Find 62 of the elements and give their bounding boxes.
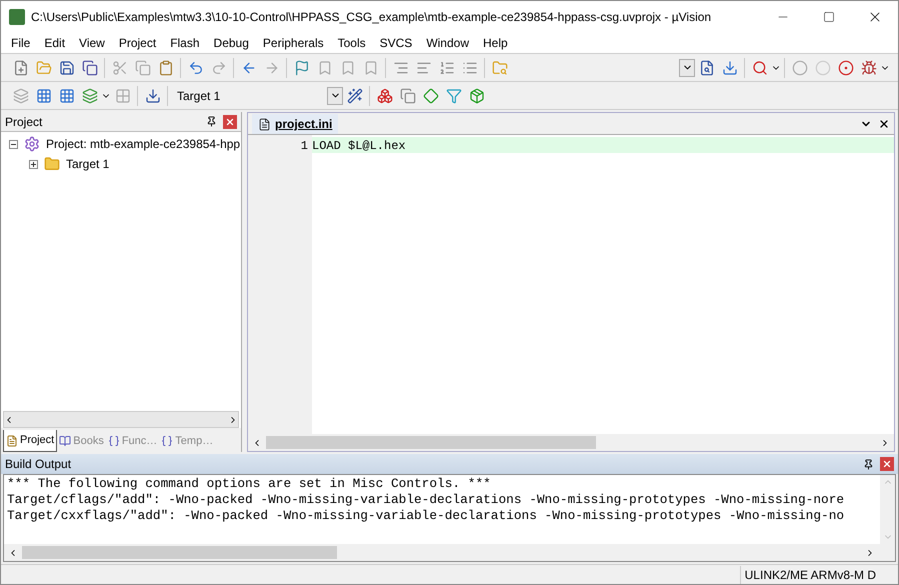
menu-item[interactable]: Window: [419, 34, 476, 52]
maximize-icon[interactable]: [823, 10, 835, 22]
menu-item[interactable]: Tools: [330, 34, 373, 52]
tree-item[interactable]: Target 1: [66, 155, 110, 173]
menu-item[interactable]: Help: [476, 34, 515, 52]
dropdown-field[interactable]: [679, 58, 695, 76]
app-logo-icon: [9, 8, 25, 24]
panel-title: Project: [5, 114, 42, 130]
window-title: C:\Users\Public\Examples\mtw3.3\10-10-Control\HPPASS_CSG_example\mtb-example-ce239854-hppass-csg.uvprojx - µVision: [31, 8, 712, 26]
paste-icon[interactable]: [158, 60, 174, 76]
expand-icon[interactable]: [29, 160, 38, 168]
panel-tab[interactable]: Project: [3, 430, 58, 452]
braces-icon: [161, 435, 174, 447]
rebuild-icon[interactable]: [58, 88, 74, 104]
project-icon: [24, 136, 40, 152]
target-select[interactable]: Target 1: [171, 86, 343, 106]
status-target: ULINK2/ME ARMv8-M D: [740, 566, 880, 584]
indent-icon[interactable]: [392, 60, 408, 76]
packs-icon[interactable]: [468, 88, 484, 104]
tree-item[interactable]: Project: mtb-example-ce239854-hpp: [46, 135, 240, 153]
horizontal-scrollbar[interactable]: [4, 544, 895, 561]
filter-icon[interactable]: [446, 88, 462, 104]
save-icon[interactable]: [58, 60, 74, 76]
editor-tab[interactable]: project.ini: [252, 114, 338, 134]
menu-item[interactable]: File: [4, 34, 38, 52]
load-icon[interactable]: [144, 88, 160, 104]
undo-icon[interactable]: [188, 60, 204, 76]
uncomment-icon[interactable]: [462, 60, 478, 76]
document-icon: [258, 118, 271, 130]
braces-icon: [108, 435, 120, 447]
folder-icon: [44, 156, 60, 172]
new-file-icon[interactable]: [12, 60, 28, 76]
menu-item[interactable]: Flash: [163, 34, 207, 52]
output-line: *** The following command options are set in Misc Controls. ***: [7, 476, 492, 492]
panel-title: Build Output: [5, 456, 72, 473]
menu-item[interactable]: Project: [112, 34, 164, 52]
menu-item[interactable]: SVCS: [372, 34, 420, 52]
windows-icon[interactable]: [400, 88, 416, 104]
diamond-icon[interactable]: [422, 88, 438, 104]
comment-icon[interactable]: [438, 60, 454, 76]
menu-item[interactable]: Debug: [206, 34, 256, 52]
close-icon[interactable]: [878, 118, 890, 130]
flag-icon[interactable]: [294, 60, 310, 76]
menu-item[interactable]: View: [72, 34, 112, 52]
output-line: Target/cxxflags/"add": -Wno-packed -Wno-missing-variable-declarations -Wno-missing-prototypes -Wno-missing-no: [7, 508, 846, 524]
line-number: 1: [300, 138, 308, 153]
pin-icon[interactable]: [206, 116, 217, 127]
wand-icon[interactable]: [346, 88, 362, 104]
pin-icon[interactable]: [863, 458, 874, 470]
collapse-icon[interactable]: [9, 140, 18, 148]
document-search-icon[interactable]: [698, 60, 714, 76]
menu-item[interactable]: Peripherals: [256, 34, 331, 52]
book-icon: [59, 435, 72, 447]
outdent-icon[interactable]: [416, 60, 432, 76]
menu-item[interactable]: Edit: [37, 34, 72, 52]
horizontal-scrollbar[interactable]: [3, 411, 239, 428]
components-icon[interactable]: [376, 88, 392, 104]
output-line: Target/cflags/"add": -Wno-packed -Wno-missing-variable-declarations -Wno-missing-prototypes -Wno-missing-nore: [7, 492, 846, 508]
breakpoints-icon[interactable]: [838, 60, 854, 76]
save-all-icon[interactable]: [82, 60, 98, 76]
build-icon[interactable]: [36, 88, 52, 104]
debug-magnifier-icon[interactable]: [752, 60, 768, 76]
